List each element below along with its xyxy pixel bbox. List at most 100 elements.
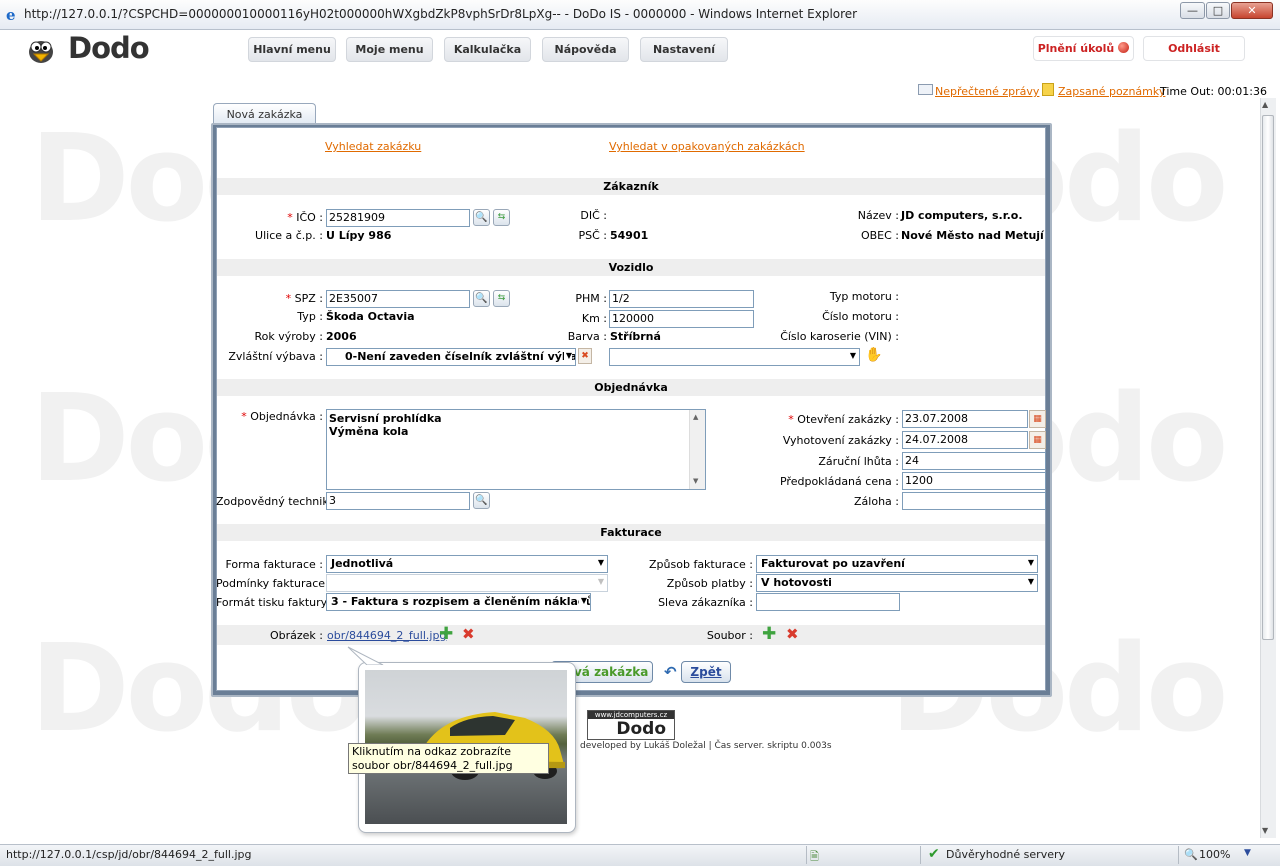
equipment-secondary-select[interactable]: ▼ <box>609 348 860 366</box>
billing-form-select[interactable]: Jednotlivá ▼ <box>326 555 608 573</box>
add-icon[interactable]: ✚ <box>762 626 776 643</box>
spz-input[interactable]: 2E35007 <box>326 290 470 308</box>
scroll-down-icon[interactable]: ▼ <box>693 477 698 485</box>
year-label: Rok výroby : <box>254 330 323 343</box>
billing-conditions-label: Podmínky fakturace : <box>216 577 333 590</box>
minimize-button[interactable]: — <box>1180 2 1205 19</box>
chevron-down-icon: ▼ <box>597 577 604 586</box>
search-icon[interactable]: 🔍 <box>473 290 490 307</box>
delete-icon[interactable]: ✖ <box>786 627 799 642</box>
back-button[interactable]: Zpět <box>681 661 731 683</box>
section-customer-title: Zákazník <box>217 178 1045 195</box>
ico-input[interactable]: 25281909 <box>326 209 470 227</box>
clear-icon[interactable]: ✖ <box>578 348 592 364</box>
app-logo[interactable]: Dodo <box>68 31 150 65</box>
find-order-link[interactable]: Vyhledat zakázku <box>325 140 421 153</box>
print-format-label: Formát tisku faktury : <box>216 596 335 609</box>
envelope-icon <box>918 84 933 95</box>
discount-label: Sleva zákazníka : <box>658 596 753 609</box>
footer-logo-text: Dodo <box>616 719 666 739</box>
price-label: Předpokládaná cena : <box>779 475 899 488</box>
delete-icon[interactable]: ✖ <box>462 627 475 642</box>
image-label: Obrázek : <box>269 629 323 642</box>
equipment-select[interactable]: 0-Není zaveden číselník zvláštní výbavy ▼ <box>326 348 576 366</box>
engine-type-label: Typ motoru : <box>829 290 899 303</box>
nav-help[interactable]: Nápověda <box>542 37 629 62</box>
ie-logo-icon: e <box>6 6 16 24</box>
find-repeated-orders-link[interactable]: Vyhledat v opakovaných zakázkách <box>609 140 805 153</box>
completed-label: Vyhotovení zakázky : <box>782 434 899 447</box>
warranty-input[interactable]: 24 <box>902 452 1046 470</box>
color-label: Barva : <box>567 330 607 343</box>
search-icon[interactable]: 🔍 <box>473 492 490 509</box>
street-label: Ulice a č.p. : <box>255 229 323 242</box>
type-label: Typ : <box>297 310 323 323</box>
tasks-label: Plnění úkolů <box>1037 42 1115 55</box>
zoom-level[interactable]: 100% <box>1199 848 1230 861</box>
psc-label: PSČ : <box>578 229 608 242</box>
refresh-icon[interactable]: ⇆ <box>493 290 510 307</box>
notes-link[interactable]: Zapsané poznámky <box>1058 85 1165 98</box>
price-input[interactable]: 1200 <box>902 472 1046 490</box>
section-order-title: Objednávka <box>217 379 1045 396</box>
zoom-dropdown-icon[interactable]: ▼ <box>1244 848 1251 858</box>
technician-label: Zodpovědný technik : <box>216 495 336 508</box>
street-value: U Lípy 986 <box>326 229 392 242</box>
print-format-select[interactable]: 3 - Faktura s rozpisem a členěním náklad… <box>326 593 591 611</box>
nav-my-menu[interactable]: Moje menu <box>346 37 433 62</box>
chevron-down-icon: ▼ <box>1027 558 1034 567</box>
calendar-icon[interactable]: ▦ <box>1029 410 1046 428</box>
footer-logo[interactable]: www.jdcomputers.cz Dodo <box>587 710 675 740</box>
status-url: http://127.0.0.1/csp/jd/obr/844694_2_ful… <box>6 848 252 861</box>
city-value: Nové Město nad Metují <box>901 229 1044 242</box>
image-file-link[interactable]: obr/844694_2_full.jpg <box>327 629 446 642</box>
scroll-thumb[interactable] <box>1262 115 1274 640</box>
nav-main-menu[interactable]: Hlavní menu <box>248 37 336 62</box>
file-label: Soubor : <box>706 629 753 642</box>
nav-calculator[interactable]: Kalkulačka <box>444 37 531 62</box>
scroll-up-icon[interactable]: ▲ <box>693 413 698 421</box>
search-icon[interactable]: 🔍 <box>473 209 490 226</box>
deposit-input[interactable] <box>902 492 1046 510</box>
opened-date-input[interactable]: 23.07.2008 <box>902 410 1028 428</box>
zoom-icon: 🔍 <box>1184 848 1198 861</box>
close-window-button[interactable]: ✕ <box>1231 2 1273 19</box>
dic-label: DIČ : <box>580 209 607 222</box>
name-label: Název : <box>857 209 899 222</box>
city-label: OBEC : <box>860 229 899 242</box>
billing-conditions-select[interactable]: ▼ <box>326 574 608 592</box>
payment-method-select[interactable]: V hotovosti ▼ <box>756 574 1038 592</box>
technician-input[interactable]: 3 <box>326 492 470 510</box>
scroll-down-icon[interactable]: ▼ <box>1262 826 1268 835</box>
nav-settings[interactable]: Nastavení <box>640 37 728 62</box>
unread-messages-link[interactable]: Nepřečtené zprávy <box>935 85 1039 98</box>
hint-icon[interactable]: ✋ <box>865 347 882 363</box>
add-icon[interactable]: ✚ <box>439 626 453 643</box>
page-icon: 🗎 <box>810 850 819 863</box>
billing-method-select[interactable]: Fakturovat po uzavření ▼ <box>756 555 1038 573</box>
logout-button[interactable]: Odhlásit <box>1143 36 1245 61</box>
scroll-up-icon[interactable]: ▲ <box>1262 100 1268 109</box>
completed-date-input[interactable]: 24.07.2008 <box>902 431 1028 449</box>
chevron-down-icon: ▼ <box>1027 577 1034 586</box>
name-value: JD computers, s.r.o. <box>901 209 1023 222</box>
security-zone[interactable]: Důvěryhodné servery <box>946 848 1065 861</box>
psc-value: 54901 <box>610 229 649 242</box>
billing-form-label: Forma fakturace : <box>225 558 324 571</box>
section-billing-title: Fakturace <box>217 524 1045 541</box>
phm-input[interactable]: 1/2 <box>609 290 754 308</box>
calendar-icon[interactable]: ▦ <box>1029 431 1046 449</box>
order-textarea[interactable]: Servisní prohlídka Výměna kola <box>326 409 706 490</box>
km-label: Km : <box>581 312 607 325</box>
km-input[interactable]: 120000 <box>609 310 754 328</box>
maximize-button[interactable]: □ <box>1206 2 1230 19</box>
refresh-icon[interactable]: ⇆ <box>493 209 510 226</box>
window-title: http://127.0.0.1/?CSPCHD=000000010000116… <box>24 7 858 21</box>
chevron-down-icon: ▼ <box>597 558 604 567</box>
tasks-button[interactable]: Plnění úkolů <box>1033 36 1134 61</box>
phm-label: PHM : <box>575 292 607 305</box>
discount-input[interactable] <box>756 593 900 611</box>
tooltip: Kliknutím na odkaz zobrazíte soubor obr/… <box>348 743 549 774</box>
window-titlebar: e http://127.0.0.1/?CSPCHD=0000000100001… <box>0 0 1280 30</box>
tab-new-order[interactable]: Nová zakázka <box>213 103 316 125</box>
